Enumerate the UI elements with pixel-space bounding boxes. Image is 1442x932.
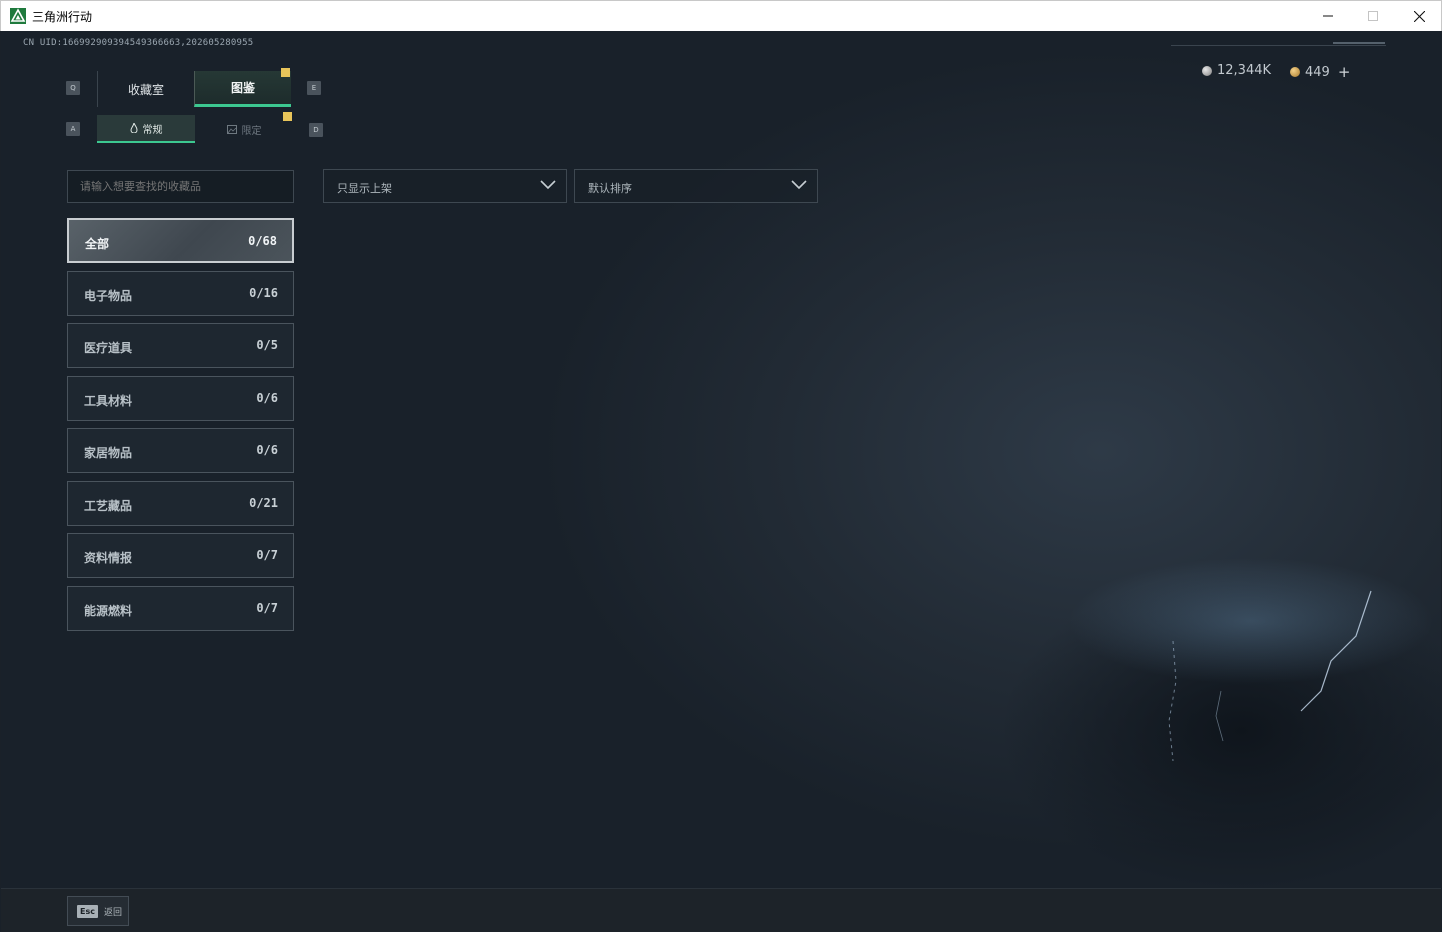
category-label: 工艺藏品 <box>84 498 133 513</box>
category-count: 0/21 <box>249 495 278 510</box>
key-hint-e: E <box>307 81 321 95</box>
maximize-icon[interactable] <box>1350 1 1396 31</box>
category-label: 资料情报 <box>84 551 133 565</box>
notification-badge <box>283 112 292 121</box>
key-hint-d: D <box>309 123 323 137</box>
search-input[interactable] <box>67 170 294 203</box>
window-titlebar: 三角洲行动 <box>0 0 1442 31</box>
category-list: 全部 0/68 电子物品 0/16 医疗道具 0/5 工具材料 0/6 家居物品… <box>67 218 295 638</box>
sub-tabs: 常规 限定 <box>97 112 293 143</box>
subtab-label: 常规 <box>142 124 163 136</box>
category-energy[interactable]: 能源燃料 0/7 <box>67 585 294 631</box>
main-tabs: 收藏室 图鉴 <box>97 68 293 107</box>
category-intel[interactable]: 资料情报 0/7 <box>67 533 294 578</box>
display-filter-dropdown[interactable]: 只显示上架 <box>323 169 567 203</box>
image-icon <box>226 124 237 134</box>
flame-icon <box>129 123 138 133</box>
tab-codex[interactable]: 图鉴 <box>194 68 291 107</box>
category-electronics[interactable]: 电子物品 0/16 <box>67 270 294 316</box>
category-count: 0/6 <box>256 443 278 457</box>
category-count: 0/6 <box>256 390 278 405</box>
category-count: 0/7 <box>256 548 278 562</box>
window-title: 三角洲行动 <box>32 10 93 24</box>
category-crafts[interactable]: 工艺藏品 0/21 <box>67 480 294 526</box>
top-divider-accent <box>1333 42 1385 44</box>
app-logo-icon <box>10 8 26 24</box>
esc-key-hint: Esc <box>77 904 98 918</box>
category-count: 0/16 <box>249 285 278 300</box>
back-button[interactable]: Esc 返回 <box>67 896 129 926</box>
category-label: 电子物品 <box>84 288 133 303</box>
gold-amount: 449 <box>1305 64 1330 80</box>
category-count: 0/5 <box>256 338 278 352</box>
category-household[interactable]: 家居物品 0/6 <box>67 428 294 473</box>
category-label: 家居物品 <box>84 446 133 460</box>
gold-currency[interactable]: 449 + <box>1290 63 1350 81</box>
category-count: 0/7 <box>256 600 278 615</box>
silver-coin-icon <box>1202 65 1212 76</box>
dropdown-value: 默认排序 <box>588 182 632 195</box>
tab-label: 收藏室 <box>127 82 164 97</box>
minimize-icon[interactable] <box>1305 1 1351 31</box>
game-viewport: CN UID:166992909394549366663,20260528095… <box>1 31 1441 932</box>
category-all[interactable]: 全部 0/68 <box>67 218 294 263</box>
storm-background <box>1001 551 1441 921</box>
category-label: 能源燃料 <box>84 603 133 618</box>
chevron-down-icon <box>791 180 807 190</box>
silver-currency: 12,344K <box>1202 63 1271 78</box>
category-label: 医疗道具 <box>84 341 133 355</box>
close-icon[interactable] <box>1396 1 1442 31</box>
notification-badge <box>281 68 290 77</box>
category-tools[interactable]: 工具材料 0/6 <box>67 375 294 421</box>
sort-dropdown[interactable]: 默认排序 <box>574 169 818 203</box>
back-label: 返回 <box>103 907 122 918</box>
gold-coin-icon <box>1290 67 1300 77</box>
silver-amount: 12,344K <box>1217 63 1272 78</box>
footer-bar: Esc 返回 <box>1 888 1441 932</box>
tab-collection-room[interactable]: 收藏室 <box>97 71 194 107</box>
subtab-limited[interactable]: 限定 <box>195 112 293 143</box>
subtab-label: 限定 <box>241 125 262 137</box>
key-hint-q: Q <box>66 81 80 95</box>
category-label: 工具材料 <box>84 393 133 408</box>
category-label: 全部 <box>85 237 110 251</box>
chevron-down-icon <box>540 180 556 190</box>
key-hint-a: A <box>66 122 80 136</box>
subtab-normal[interactable]: 常规 <box>97 115 195 143</box>
uid-label: CN UID:166992909394549366663,20260528095… <box>23 38 254 48</box>
category-medical[interactable]: 医疗道具 0/5 <box>67 323 294 368</box>
tab-label: 图鉴 <box>230 81 255 95</box>
dropdown-value: 只显示上架 <box>337 182 392 195</box>
top-divider <box>1171 45 1386 46</box>
category-count: 0/68 <box>248 234 277 248</box>
add-currency-button[interactable]: + <box>1338 63 1351 81</box>
